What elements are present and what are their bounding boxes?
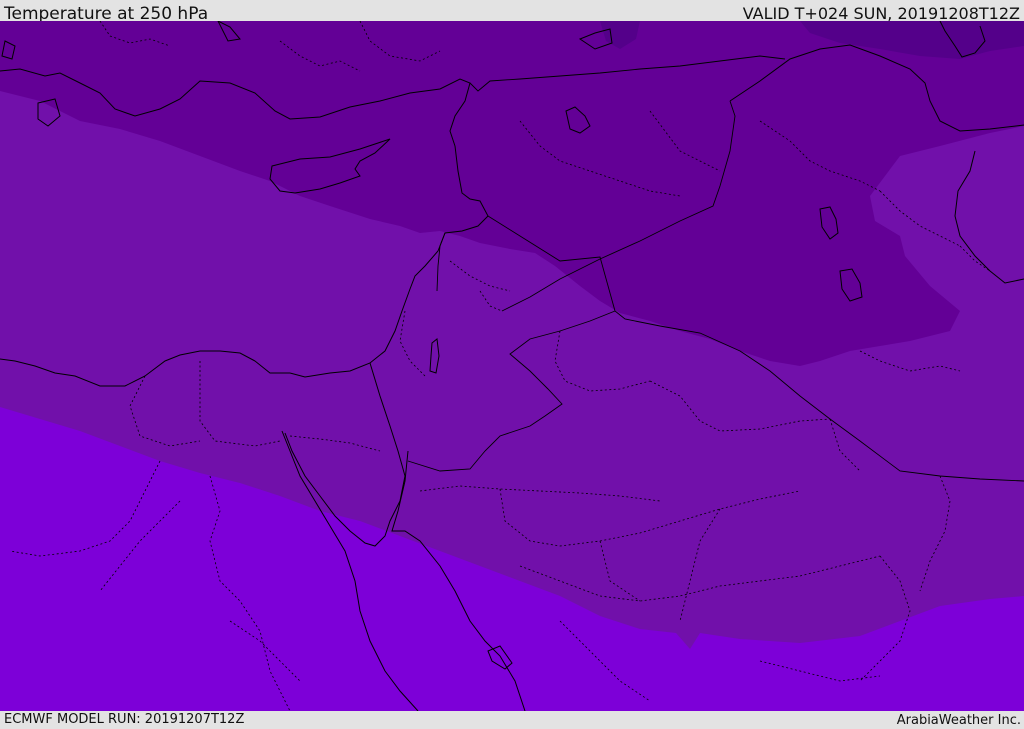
model-run: ECMWF MODEL RUN: 20191207T12Z xyxy=(4,712,245,727)
credit: ArabiaWeather Inc. xyxy=(896,713,1021,728)
map-canvas xyxy=(0,21,1024,711)
footer-bar: ECMWF MODEL RUN: 20191207T12Z ArabiaWeat… xyxy=(0,711,1024,729)
temperature-map xyxy=(0,21,1024,711)
header-bar: Temperature at 250 hPa VALID T+024 SUN, … xyxy=(0,0,1024,24)
map-figure: Temperature at 250 hPa VALID T+024 SUN, … xyxy=(0,0,1024,729)
